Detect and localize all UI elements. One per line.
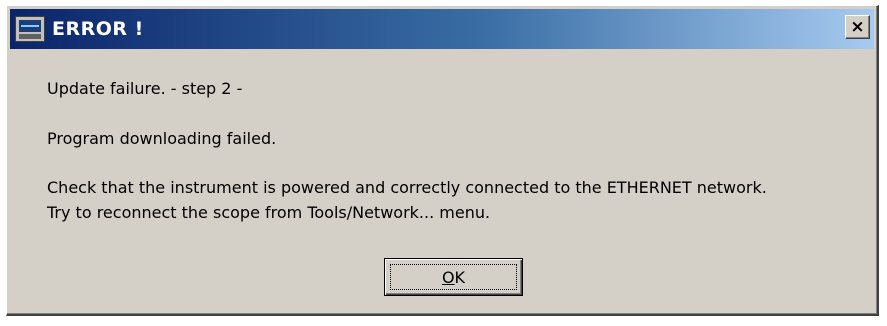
instrument-app-icon[interactable] <box>15 16 45 42</box>
window-title: ERROR ! <box>52 18 144 40</box>
icon-base <box>19 34 41 39</box>
ok-button-label: OK <box>442 268 465 287</box>
close-icon: × <box>850 16 865 37</box>
ok-label-rest: K <box>454 267 466 287</box>
message-line-update-failure: Update failure. - step 2 - <box>47 79 243 98</box>
message-line-download-failed: Program downloading failed. <box>47 129 277 148</box>
icon-screen <box>19 20 41 32</box>
ok-mnemonic: O <box>441 267 455 287</box>
message-line-check-instrument: Check that the instrument is powered and… <box>47 178 767 197</box>
title-bar[interactable]: ERROR ! × <box>10 9 874 49</box>
ok-button[interactable]: OK <box>384 258 523 296</box>
close-button[interactable]: × <box>845 15 870 39</box>
error-dialog: ERROR ! × Update failure. - step 2 - Pro… <box>6 5 879 316</box>
message-line-reconnect: Try to reconnect the scope from Tools/Ne… <box>47 203 491 222</box>
